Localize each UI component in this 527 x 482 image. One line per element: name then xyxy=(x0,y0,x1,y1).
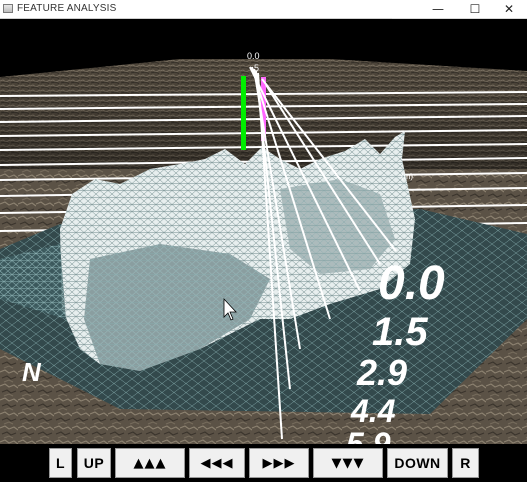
title-bar[interactable]: FEATURE ANALYSIS — ☐ ✕ xyxy=(0,0,527,19)
marker-green xyxy=(241,76,246,150)
navigation-toolbar: L UP ▲▲▲ ◀◀◀ ▶▶▶ ▼▼▼ DOWN R xyxy=(0,444,527,482)
right-button[interactable]: R xyxy=(452,448,479,478)
depth-label-0: 0.0 xyxy=(378,257,445,310)
left-button[interactable]: L xyxy=(49,448,72,478)
raise-button[interactable]: ▲▲▲ xyxy=(115,448,185,478)
3d-viewport[interactable]: 0.0 5 (m) N 0.0 1.5 2.9 4.4 5.9 xyxy=(0,19,527,462)
maximize-icon[interactable]: ☐ xyxy=(457,0,493,18)
down-button[interactable]: DOWN xyxy=(387,448,448,478)
close-icon[interactable]: ✕ xyxy=(491,0,527,18)
side-label: (m) xyxy=(401,172,413,181)
compass-north: N xyxy=(22,357,42,387)
depth-label-1: 1.5 xyxy=(372,310,428,354)
triangle-down-icon: ▼▼▼ xyxy=(331,455,365,471)
lower-button[interactable]: ▼▼▼ xyxy=(313,448,383,478)
triangle-right-icon: ▶▶▶ xyxy=(262,455,296,471)
triangle-left-icon: ◀◀◀ xyxy=(200,455,234,471)
top-label-1: 5 xyxy=(254,63,259,73)
depth-label-4: 5.9 xyxy=(346,426,391,444)
minimize-icon[interactable]: — xyxy=(420,0,456,18)
up-button[interactable]: UP xyxy=(77,448,111,478)
app-icon xyxy=(3,4,13,13)
rewind-button[interactable]: ◀◀◀ xyxy=(189,448,245,478)
depth-label-2: 2.9 xyxy=(356,352,407,393)
scene-canvas: 0.0 5 (m) N 0.0 1.5 2.9 4.4 5.9 xyxy=(0,19,527,462)
top-label-0: 0.0 xyxy=(247,51,260,61)
forward-button[interactable]: ▶▶▶ xyxy=(249,448,309,478)
triangle-up-icon: ▲▲▲ xyxy=(133,455,167,471)
depth-label-3: 4.4 xyxy=(350,393,396,429)
window-title: FEATURE ANALYSIS xyxy=(17,3,117,14)
